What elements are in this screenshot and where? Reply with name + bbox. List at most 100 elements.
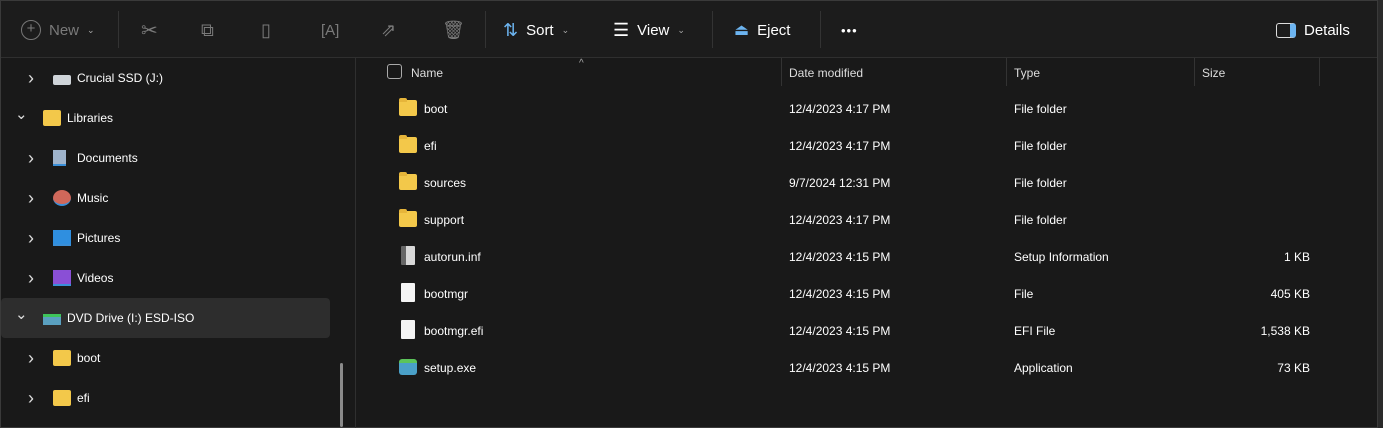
sort-button[interactable]: ⇅ Sort ⌄ <box>503 15 569 45</box>
navigation-pane: › Crucial SSD (J:) ⌄ Libraries › Documents… <box>1 58 356 428</box>
sidebar-item-label: DVD Drive (I:) ESD-ISO <box>67 311 195 325</box>
file-type: File folder <box>1014 213 1067 227</box>
videos-icon <box>53 270 71 286</box>
column-date-modified[interactable]: Date modified <box>789 66 863 80</box>
file-row[interactable]: bootmgr.efi 12/4/2023 4:15 PM EFI File 1… <box>357 312 1327 349</box>
chevron-down-icon[interactable]: ⌄ <box>15 105 28 123</box>
column-type[interactable]: Type <box>1014 66 1040 80</box>
file-type: File <box>1014 287 1034 301</box>
column-divider[interactable] <box>1319 58 1320 86</box>
eject-button[interactable]: ⏏ Eject <box>734 15 790 45</box>
sidebar-item[interactable]: ⌄ Libraries <box>1 98 330 138</box>
chevron-right-icon[interactable]: › <box>25 388 37 409</box>
sidebar-item[interactable]: › Pictures <box>1 218 330 258</box>
file-list: Name ^ Date modified Type Size boot 12/4… <box>357 58 1377 428</box>
column-header: Name ^ Date modified Type Size <box>357 58 1377 86</box>
chevron-down-icon[interactable]: ⌄ <box>15 305 28 323</box>
file-size: 1 KB <box>1283 250 1310 264</box>
file-name: boot <box>424 102 448 116</box>
file-row[interactable]: efi 12/4/2023 4:17 PM File folder <box>357 127 1327 164</box>
file-size: 405 KB <box>1270 287 1310 301</box>
details-label: Details <box>1304 21 1350 39</box>
sidebar-item[interactable]: › Documents <box>1 138 330 178</box>
drive-icon <box>53 74 71 85</box>
divider <box>118 11 119 48</box>
view-button[interactable]: ☰ View ⌄ <box>613 15 685 45</box>
file-type: EFI File <box>1014 324 1056 338</box>
sidebar-item[interactable]: › efi <box>1 378 330 418</box>
folder-icon <box>399 209 417 227</box>
chevron-right-icon[interactable]: › <box>25 348 37 369</box>
clipboard-icon: ▯ <box>261 19 271 40</box>
file-date: 12/4/2023 4:15 PM <box>789 287 891 301</box>
file-row[interactable]: autorun.inf 12/4/2023 4:15 PM Setup Info… <box>357 238 1327 275</box>
sidebar-item[interactable]: › Music <box>1 178 330 218</box>
folder-icon <box>399 98 417 116</box>
file-type: Application <box>1014 361 1073 375</box>
column-divider[interactable] <box>1194 58 1195 86</box>
application-icon <box>399 359 417 375</box>
file-row[interactable]: support 12/4/2023 4:17 PM File folder <box>357 201 1327 238</box>
chevron-down-icon: ⌄ <box>677 24 685 35</box>
folder-icon <box>43 110 61 126</box>
column-divider[interactable] <box>1006 58 1007 86</box>
divider <box>485 11 486 48</box>
file-name: setup.exe <box>424 361 477 375</box>
share-button[interactable]: ⇗ <box>381 15 396 45</box>
view-label: View <box>637 21 670 39</box>
details-button[interactable]: Details <box>1276 15 1350 45</box>
plus-circle-icon: + <box>21 20 41 40</box>
sidebar-item-label: efi <box>77 391 90 405</box>
sidebar-item[interactable]: › Crucial SSD (J:) <box>1 58 330 98</box>
command-bar: + New ⌄ ✂ ⧉ ▯ [A] ⇗ 🗑 ⇅ Sort ⌄ ☰ View ⌄ ⏏ Ejec… <box>1 1 1377 58</box>
file-date: 9/7/2024 12:31 PM <box>789 176 891 190</box>
paste-button[interactable]: ▯ <box>261 15 271 45</box>
rename-button[interactable]: [A] <box>321 15 339 45</box>
more-icon: ••• <box>841 22 858 38</box>
file-date: 12/4/2023 4:15 PM <box>789 250 891 264</box>
file-date: 12/4/2023 4:17 PM <box>789 102 891 116</box>
rename-icon: [A] <box>321 21 340 39</box>
sort-label: Sort <box>526 21 554 39</box>
copy-button[interactable]: ⧉ <box>201 15 214 45</box>
chevron-right-icon[interactable]: › <box>25 228 37 249</box>
sidebar-item[interactable]: › Videos <box>1 258 330 298</box>
column-size[interactable]: Size <box>1202 66 1225 80</box>
file-name: bootmgr <box>424 287 469 301</box>
divider <box>820 11 821 48</box>
file-size: 73 KB <box>1277 361 1310 375</box>
file-size: 1,538 KB <box>1260 324 1310 338</box>
file-name: efi <box>424 139 437 153</box>
chevron-right-icon[interactable]: › <box>25 268 37 289</box>
file-row[interactable]: boot 12/4/2023 4:17 PM File folder <box>357 90 1327 127</box>
sidebar-item-label: Libraries <box>67 111 114 125</box>
file-date: 12/4/2023 4:17 PM <box>789 139 891 153</box>
sidebar-item[interactable]: › boot <box>1 338 330 378</box>
new-button[interactable]: + New ⌄ <box>21 15 95 45</box>
chevron-right-icon[interactable]: › <box>25 68 37 89</box>
background-edge <box>1378 0 1383 428</box>
cut-button[interactable]: ✂ <box>141 15 158 45</box>
documents-icon <box>53 150 66 166</box>
file-row[interactable]: bootmgr 12/4/2023 4:15 PM File 405 KB <box>357 275 1327 312</box>
file-row[interactable]: sources 9/7/2024 12:31 PM File folder <box>357 164 1327 201</box>
music-icon <box>53 190 71 206</box>
sidebar-scrollbar[interactable] <box>340 363 343 427</box>
file-date: 12/4/2023 4:17 PM <box>789 213 891 227</box>
trash-icon: 🗑 <box>442 19 465 40</box>
delete-button[interactable]: 🗑 <box>442 15 465 45</box>
file-type: File folder <box>1014 139 1067 153</box>
chevron-right-icon[interactable]: › <box>25 188 37 209</box>
file-row[interactable]: setup.exe 12/4/2023 4:15 PM Application … <box>357 349 1327 386</box>
select-all-checkbox[interactable] <box>387 64 402 79</box>
sort-icon: ⇅ <box>503 19 519 40</box>
column-name[interactable]: Name <box>411 66 443 80</box>
folder-icon <box>399 172 417 190</box>
sidebar-item-label: boot <box>77 351 101 365</box>
more-options-button[interactable]: ••• <box>841 15 858 45</box>
sidebar-item[interactable]: ⌄ DVD Drive (I:) ESD-ISO <box>1 298 330 338</box>
chevron-right-icon[interactable]: › <box>25 148 37 169</box>
column-divider[interactable] <box>781 58 782 86</box>
folder-icon <box>53 390 71 406</box>
folder-icon <box>399 135 417 153</box>
